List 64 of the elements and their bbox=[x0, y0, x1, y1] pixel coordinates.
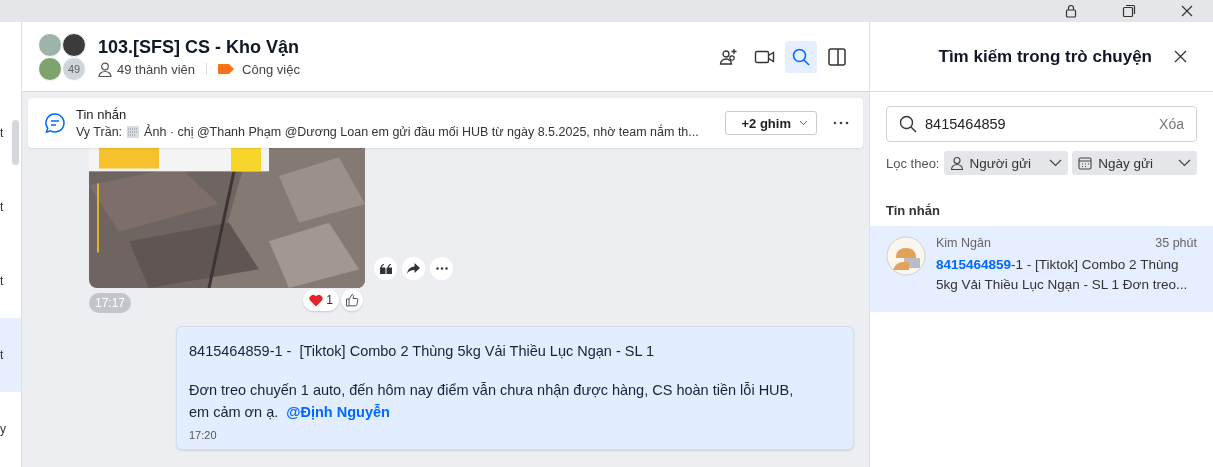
chevron-down-icon bbox=[799, 120, 808, 126]
message-text: Đơn treo chuyến 1 auto, đến hôm nay điểm vẫn chưa nhận được hàng, CS hoàn tiền lỗi HUB, em cảm ơn ạ. @Định Nguyễn bbox=[189, 381, 795, 422]
quote-icon bbox=[379, 263, 392, 274]
result-time: 35 phút bbox=[1155, 236, 1197, 250]
date-filter[interactable]: Ngày gửi bbox=[1072, 151, 1197, 175]
panel-title: Tìm kiếm trong trò chuyện bbox=[938, 46, 1152, 67]
chat-bubble-icon bbox=[44, 112, 66, 134]
person-icon bbox=[949, 156, 964, 170]
more-icon[interactable] bbox=[833, 121, 849, 125]
conversation-item[interactable]: t bbox=[0, 318, 21, 392]
heart-reaction[interactable]: 1 bbox=[303, 289, 339, 311]
conversation-item[interactable]: t bbox=[0, 96, 21, 170]
more-icon bbox=[435, 267, 448, 270]
person-icon bbox=[98, 61, 112, 77]
chat-title: 103.[SFS] CS - Kho Vận bbox=[98, 36, 301, 58]
heart-icon bbox=[309, 293, 324, 307]
message-time: 17:17 bbox=[89, 293, 131, 313]
avatar bbox=[38, 56, 62, 81]
chevron-down-icon bbox=[1049, 159, 1063, 167]
member-count: 49 bbox=[62, 56, 86, 81]
pins-dropdown[interactable]: +2 ghim bbox=[724, 111, 817, 135]
close-icon[interactable] bbox=[1180, 4, 1194, 18]
search-field[interactable]: 8415464859 Xóa bbox=[886, 106, 1197, 142]
close-icon[interactable] bbox=[1174, 50, 1187, 63]
avatar bbox=[38, 32, 62, 57]
pinned-title: Tin nhắn bbox=[76, 107, 128, 122]
member-count-link[interactable]: 49 thành viên bbox=[117, 61, 196, 77]
pinned-message-bar[interactable]: Tin nhắn Vy Trần: Ảnh · chị @Thanh Phạm @Dương Loan em gửi đầu mối HUB từ ngày 8.5.2025, nhờ team nắm th... +2 ghim bbox=[28, 98, 863, 148]
share-button[interactable] bbox=[402, 257, 425, 280]
mention-link[interactable]: @Định Nguyễn bbox=[286, 404, 390, 420]
conversation-item[interactable]: t bbox=[0, 244, 21, 318]
scrollbar[interactable] bbox=[12, 120, 19, 165]
chevron-down-icon bbox=[1178, 159, 1191, 167]
message-text: 8415464859-1 - [Tiktok] Combo 2 Thùng 5kg Vải Thiều Lục Ngạn - SL 1 bbox=[189, 343, 656, 359]
filter-label: Lọc theo: bbox=[886, 155, 940, 171]
sender-name: Kim Ngân bbox=[936, 236, 991, 250]
category-label[interactable]: Công việc bbox=[242, 61, 300, 77]
lock-icon[interactable] bbox=[1064, 4, 1078, 18]
calendar-icon bbox=[1078, 156, 1093, 170]
sender-filter[interactable]: Người gửi bbox=[943, 151, 1069, 175]
message-time: 17:20 bbox=[189, 429, 218, 441]
add-person-icon bbox=[719, 46, 739, 67]
like-button[interactable] bbox=[341, 289, 363, 311]
conversation-item[interactable]: y bbox=[0, 392, 21, 466]
result-snippet: 8415464859-1 - [Tiktok] Combo 2 Thùng 5kg Vải Thiều Lục Ngạn - SL 1 Đơn treo... bbox=[936, 256, 1189, 294]
search-icon bbox=[791, 46, 811, 67]
restore-icon[interactable] bbox=[1122, 4, 1136, 18]
more-button[interactable] bbox=[430, 257, 453, 280]
share-icon bbox=[407, 263, 420, 274]
conversation-item[interactable]: t bbox=[0, 170, 21, 244]
pinned-preview: Ảnh · chị @Thanh Phạm @Dương Loan em gửi đầu mối HUB từ ngày 8.5.2025, nhờ team nắm th... bbox=[144, 125, 699, 139]
search-result[interactable]: Kim Ngân 35 phút 8415464859-1 - [Tiktok] Combo 2 Thùng 5kg Vải Thiều Lục Ngạn - SL 1 Đơn treo... bbox=[870, 226, 1213, 312]
quote-button[interactable] bbox=[374, 257, 397, 280]
thumbs-up-icon bbox=[345, 293, 359, 307]
tag-icon bbox=[218, 64, 235, 74]
split-panel-icon bbox=[827, 46, 847, 67]
search-button[interactable] bbox=[785, 40, 817, 73]
avatar bbox=[886, 236, 926, 276]
image-thumbnail-icon bbox=[126, 125, 141, 139]
section-heading: Tin nhắn bbox=[886, 203, 941, 218]
clear-link[interactable]: Xóa bbox=[1159, 116, 1184, 132]
pinned-sender: Vy Trần: bbox=[76, 125, 123, 139]
search-icon bbox=[899, 115, 917, 133]
avatar bbox=[62, 32, 86, 57]
